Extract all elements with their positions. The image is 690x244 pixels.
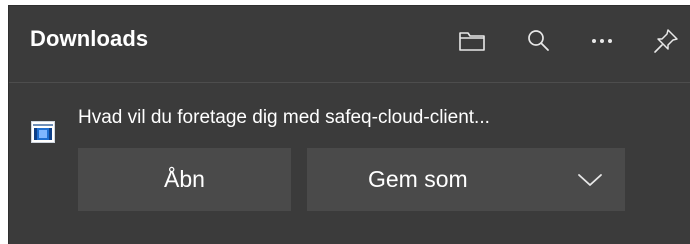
chevron-down-icon[interactable] [555, 148, 625, 211]
downloads-header: Downloads [9, 6, 690, 82]
search-icon[interactable] [521, 24, 555, 58]
save-as-button[interactable]: Gem som [307, 148, 625, 211]
pin-icon[interactable] [649, 24, 683, 58]
header-divider [9, 82, 690, 83]
downloads-panel: Downloads Hvad vil du foretage dig med s… [8, 5, 690, 244]
open-button[interactable]: Åbn [78, 148, 291, 211]
panel-title: Downloads [30, 26, 149, 51]
download-prompt: Hvad vil du foretage dig med safeq-cloud… [78, 107, 490, 128]
folder-icon[interactable] [455, 24, 489, 58]
installer-file-icon [31, 121, 55, 143]
open-button-label: Åbn [164, 166, 205, 192]
save-as-button-label: Gem som [368, 166, 468, 192]
more-icon[interactable] [585, 24, 619, 58]
